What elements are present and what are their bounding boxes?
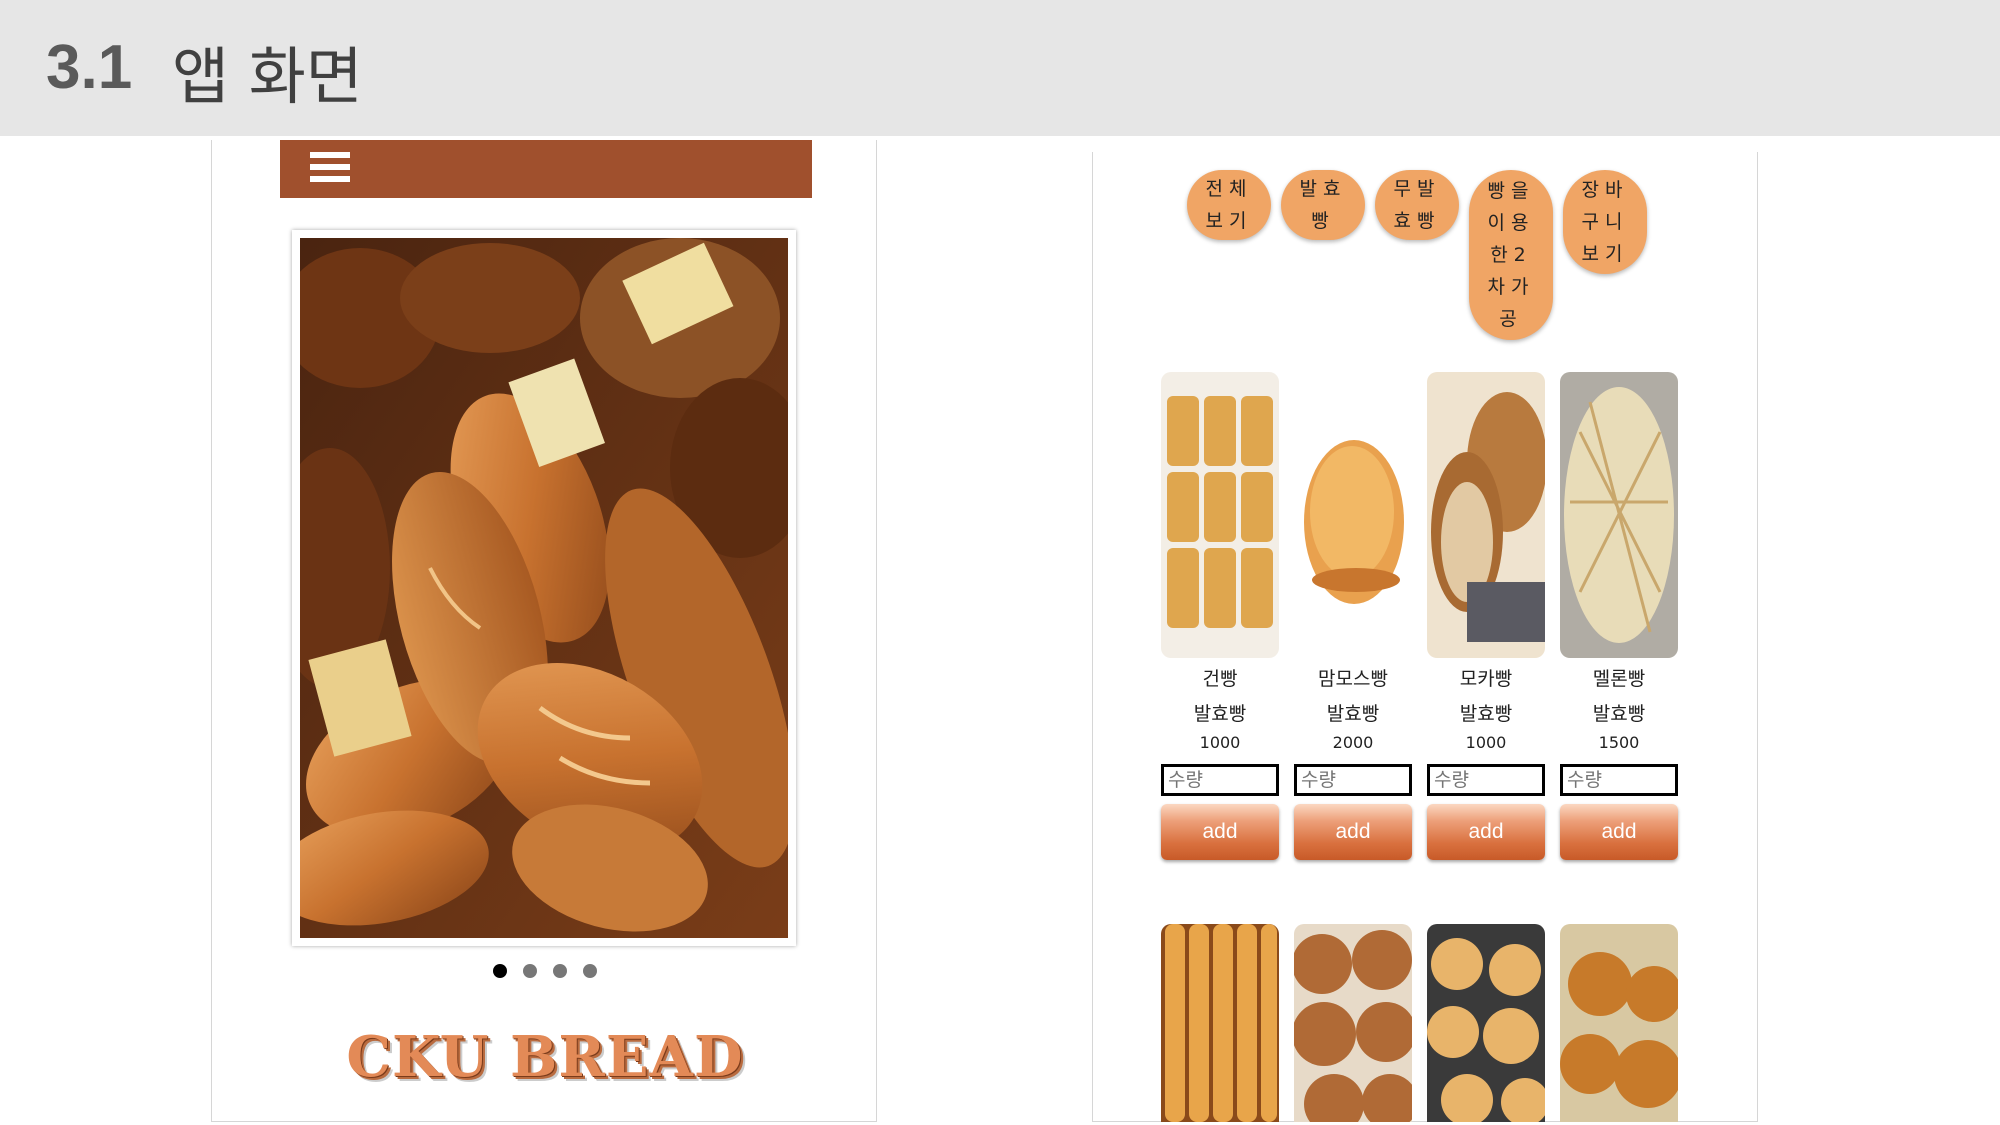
slider-dot[interactable] (523, 964, 537, 978)
product-card: 모카빵 발효빵 1000 add (1427, 372, 1545, 860)
product-name: 멜론빵 (1592, 668, 1646, 690)
product-price: 1000 (1465, 733, 1507, 752)
product-image (1161, 924, 1279, 1122)
product-category: 발효빵 (1193, 703, 1247, 725)
category-secondary-processing-button[interactable]: 빵을이용한2차가공 (1469, 170, 1553, 340)
product-image (1294, 924, 1412, 1122)
image-slider[interactable] (292, 230, 796, 946)
add-button[interactable]: add (1161, 804, 1279, 860)
category-label: 전체보기 (1205, 178, 1253, 232)
product-price: 2000 (1332, 733, 1374, 752)
slide-header: 3.1 앱 화면 (0, 0, 2000, 136)
quantity-input[interactable] (1294, 764, 1412, 796)
category-label: 장바구니보기 (1581, 179, 1629, 265)
product-category: 발효빵 (1459, 703, 1513, 725)
product-name: 맘모스빵 (1318, 668, 1388, 690)
category-label: 무발효빵 (1393, 178, 1441, 232)
add-button[interactable]: add (1560, 804, 1678, 860)
add-button[interactable]: add (1294, 804, 1412, 860)
product-card: 건빵 발효빵 1000 add (1161, 372, 1279, 860)
product-price: 1000 (1199, 733, 1241, 752)
product-image (1560, 924, 1678, 1122)
product-image (1427, 372, 1545, 658)
quantity-input[interactable] (1161, 764, 1279, 796)
product-image (1294, 372, 1412, 658)
slider-dots (212, 964, 878, 978)
brand-logo-text: CKU BREAD (346, 1024, 744, 1090)
product-card: 맘모스빵 발효빵 2000 add (1294, 372, 1412, 860)
product-image (1560, 372, 1678, 658)
product-image (1427, 924, 1545, 1122)
view-cart-button[interactable]: 장바구니보기 (1563, 170, 1647, 274)
app-screen-home: CKU BREAD (211, 140, 877, 1122)
app-screen-products: 전체보기 발효빵 무발효빵 빵을이용한2차가공 장바구니보기 건빵 발효빵 10… (1092, 152, 1758, 1122)
quantity-input[interactable] (1560, 764, 1678, 796)
hamburger-menu-icon[interactable] (310, 152, 350, 186)
add-button[interactable]: add (1427, 804, 1545, 860)
bread-photo (300, 238, 788, 938)
category-unfermented-button[interactable]: 무발효빵 (1375, 170, 1459, 240)
quantity-input[interactable] (1427, 764, 1545, 796)
product-name: 건빵 (1202, 668, 1238, 690)
product-card: 멜론빵 발효빵 1500 add (1560, 372, 1678, 860)
slide-number: 3.1 (46, 33, 133, 102)
category-label: 빵을이용한2차가공 (1487, 180, 1535, 330)
category-label: 발효빵 (1299, 178, 1347, 232)
category-fermented-button[interactable]: 발효빵 (1281, 170, 1365, 240)
slider-dot[interactable] (553, 964, 567, 978)
top-navbar (280, 140, 812, 198)
product-name: 모카빵 (1459, 668, 1513, 690)
category-all-button[interactable]: 전체보기 (1187, 170, 1271, 240)
slide-title: 앱 화면 (172, 40, 363, 113)
product-category: 발효빵 (1592, 703, 1646, 725)
product-price: 1500 (1598, 733, 1640, 752)
product-category: 발효빵 (1326, 703, 1380, 725)
slider-dot[interactable] (583, 964, 597, 978)
slider-dot[interactable] (493, 964, 507, 978)
product-image (1161, 372, 1279, 658)
